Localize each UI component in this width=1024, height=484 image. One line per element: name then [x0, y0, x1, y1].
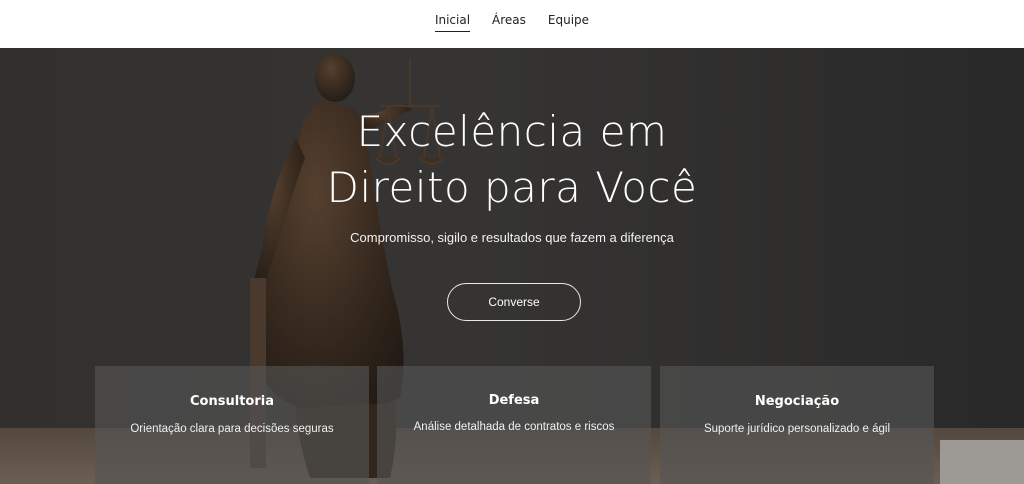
hero-subtitle: Compromisso, sigilo e resultados que faz… — [350, 230, 674, 245]
service-card-negociacao[interactable]: Negociação Suporte jurídico personalizad… — [660, 366, 934, 484]
card-description: Orientação clara para decisões seguras — [130, 423, 334, 435]
card-title: Defesa — [488, 393, 540, 408]
service-card-consultoria[interactable]: Consultoria Orientação clara para decisõ… — [95, 366, 369, 484]
nav-link-equipe[interactable]: Equipe — [548, 13, 589, 32]
converse-button[interactable]: Converse — [447, 283, 581, 321]
hero-section: Excelência em Direito para Você Compromi… — [0, 48, 1024, 484]
card-description: Análise detalhada de contratos e riscos — [413, 421, 615, 433]
nav-link-inicial[interactable]: Inicial — [434, 13, 471, 32]
top-navbar: Inicial Áreas Equipe — [0, 0, 1024, 48]
hero-title-line2: Direito para Você — [326, 163, 698, 212]
hero-title-line1: Excelência em — [356, 107, 668, 156]
nav-link-areas[interactable]: Áreas — [492, 13, 526, 32]
main-nav: Inicial Áreas Equipe — [0, 13, 1024, 32]
service-card-defesa[interactable]: Defesa Análise detalhada de contratos e … — [377, 366, 651, 484]
card-title: Consultoria — [190, 394, 274, 409]
card-title: Negociação — [754, 394, 840, 409]
hero-title: Excelência em Direito para Você — [0, 104, 1024, 216]
card-description: Suporte jurídico personalizado e ágil — [703, 423, 891, 435]
